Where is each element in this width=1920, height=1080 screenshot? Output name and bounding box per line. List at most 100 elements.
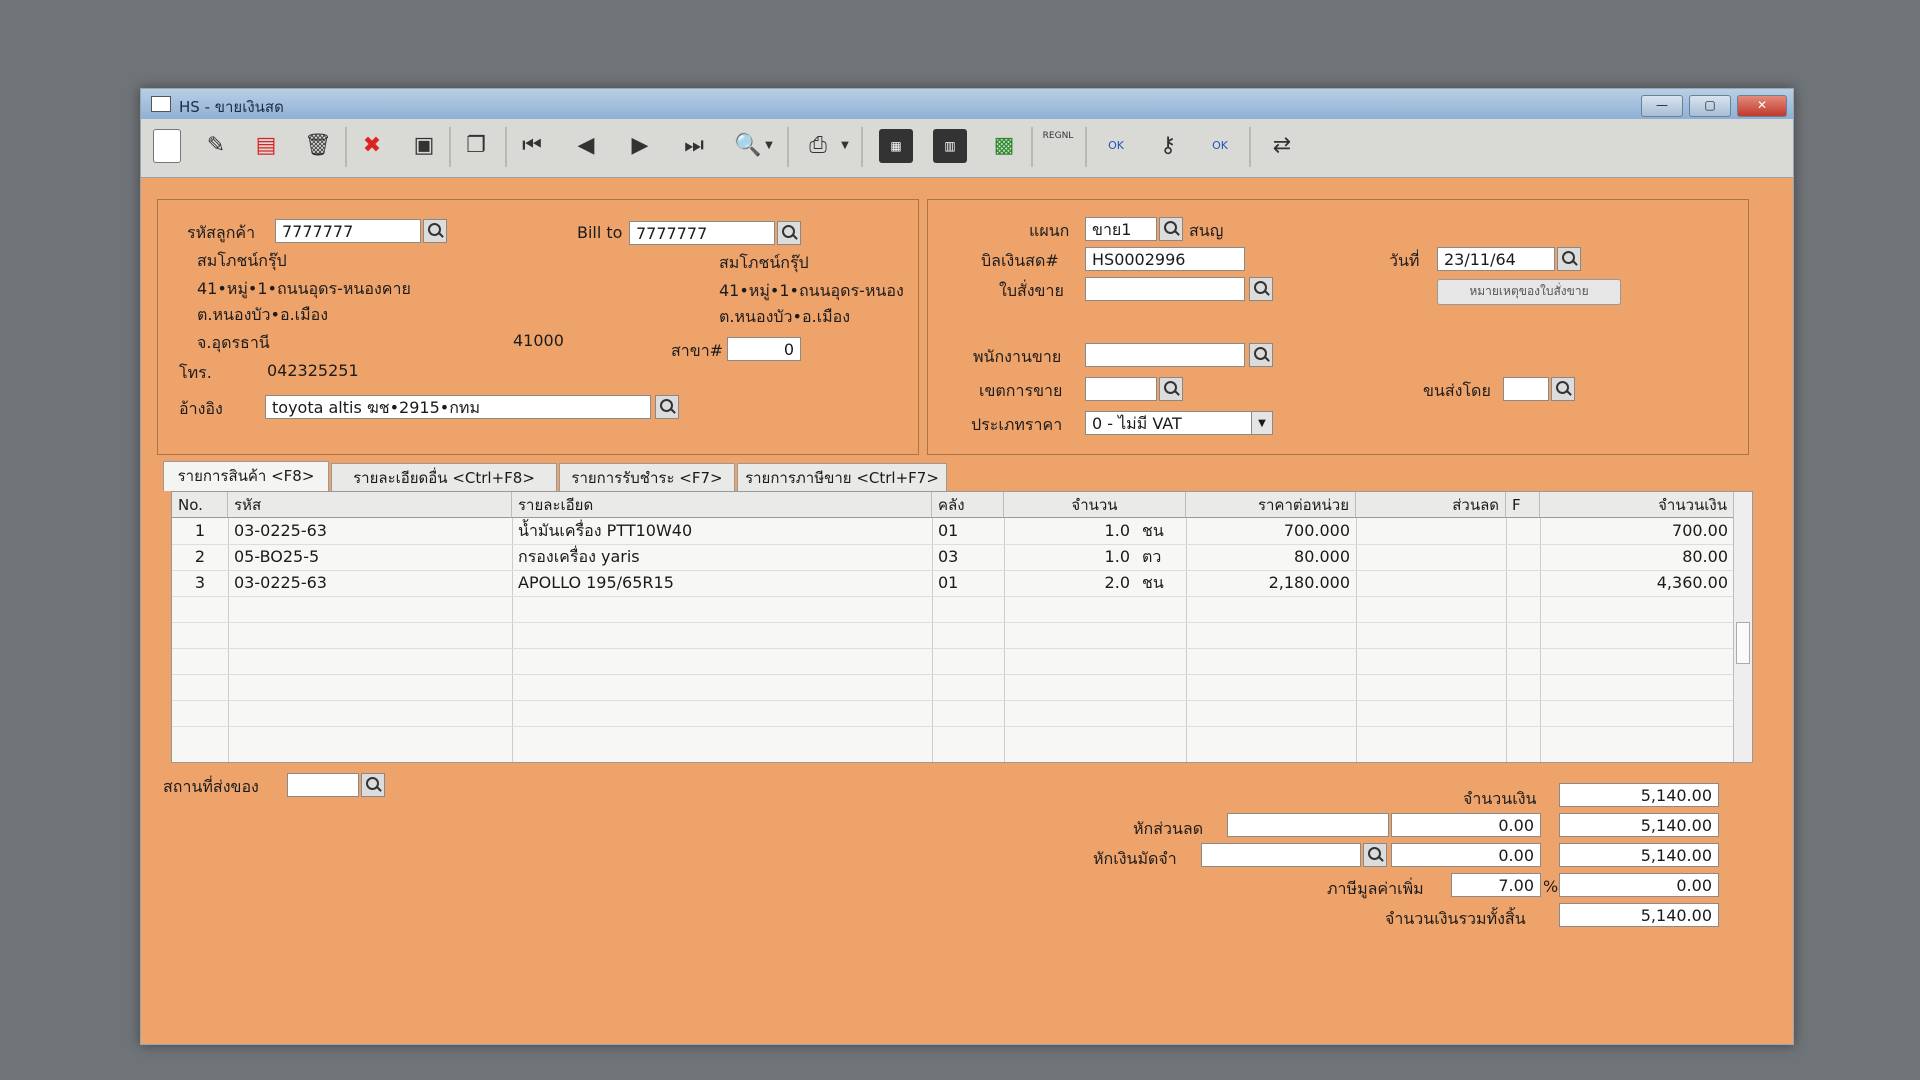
row-unit: ชน	[1142, 573, 1164, 592]
salesman-input[interactable]	[1085, 343, 1245, 367]
price-type-select[interactable]: 0 - ไม่มี VAT ▼	[1085, 411, 1273, 435]
vat-rate-input[interactable]: 7.00	[1451, 873, 1541, 897]
print-dropdown-icon[interactable]: ▼	[837, 129, 853, 163]
reference-input[interactable]: toyota altis ฆช•2915•กทม	[265, 395, 651, 419]
customer-search-icon[interactable]	[423, 219, 447, 243]
bill-to-search-icon[interactable]	[777, 221, 801, 245]
delivery-place-search-icon[interactable]	[361, 773, 385, 797]
void-icon[interactable]: ▤	[249, 129, 283, 163]
column-header-discount[interactable]: ส่วนลด	[1356, 492, 1506, 518]
column-header-warehouse[interactable]: คลัง	[932, 492, 1004, 518]
vat-label: ภาษีมูลค่าเพิ่ม	[1327, 879, 1424, 898]
column-header-flag[interactable]: F	[1506, 492, 1540, 518]
previous-record-icon[interactable]: ◀	[569, 129, 603, 163]
column-header-quantity[interactable]: จำนวน	[1004, 492, 1186, 518]
bill-to-input[interactable]: 7777777	[629, 221, 775, 245]
salesman-search-icon[interactable]	[1249, 343, 1273, 367]
tab-items[interactable]: รายการสินค้า <F8>	[163, 461, 329, 491]
row-warehouse: 01	[938, 573, 959, 592]
customer-code-input[interactable]: 7777777	[275, 219, 421, 243]
confirm-ok-icon[interactable]: OK	[1203, 129, 1237, 163]
sales-area-label: เขตการขาย	[979, 381, 1063, 400]
reference-search-icon[interactable]	[655, 395, 679, 419]
department-input[interactable]: ขาย1	[1085, 217, 1157, 241]
row-amount: 700.00	[1672, 521, 1728, 540]
row-divider	[172, 726, 1734, 727]
calculator-icon[interactable]: ▦	[879, 129, 913, 163]
delivery-place-input[interactable]	[287, 773, 359, 797]
after-discount-field[interactable]: 5,140.00	[1559, 813, 1719, 837]
close-button[interactable]: ✕	[1737, 95, 1787, 117]
title-bar[interactable]: HS - ขายเงินสด — ▢ ✕	[141, 89, 1793, 119]
row-quantity: 1.0	[1104, 547, 1130, 566]
department-search-icon[interactable]	[1159, 217, 1183, 241]
key-icon[interactable]: ⚷	[1151, 129, 1185, 163]
print-icon[interactable]: ⎙	[801, 129, 835, 163]
sales-area-input[interactable]	[1085, 377, 1157, 401]
shipping-input[interactable]	[1503, 377, 1549, 401]
shipping-search-icon[interactable]	[1551, 377, 1575, 401]
tab-payments[interactable]: รายการรับชำระ <F7>	[559, 463, 735, 491]
order-note-button[interactable]: หมายเหตุของใบสั่งขาย	[1437, 279, 1621, 305]
discount-input[interactable]	[1227, 813, 1389, 837]
column-header-unit-price[interactable]: ราคาต่อหน่วย	[1186, 492, 1356, 518]
deposit-value[interactable]: 0.00	[1391, 843, 1541, 867]
column-header-no[interactable]: No.	[172, 492, 228, 518]
sales-order-search-icon[interactable]	[1249, 277, 1273, 301]
toolbar-separator	[861, 127, 863, 167]
vertical-scrollbar[interactable]	[1733, 492, 1752, 762]
scrollbar-thumb[interactable]	[1736, 622, 1750, 664]
cancel-icon[interactable]: ✖	[355, 129, 389, 163]
sales-area-search-icon[interactable]	[1159, 377, 1183, 401]
discount-value[interactable]: 0.00	[1391, 813, 1541, 837]
tab-other-details[interactable]: รายละเอียดอื่น <Ctrl+F8>	[331, 463, 557, 491]
column-header-description[interactable]: รายละเอียด	[512, 492, 932, 518]
toolbar-separator	[787, 127, 789, 167]
chevron-down-icon[interactable]: ▼	[1251, 412, 1272, 434]
toolbar-separator	[345, 127, 347, 167]
last-record-icon[interactable]: ⏭	[677, 129, 711, 163]
next-record-icon[interactable]: ▶	[623, 129, 657, 163]
branch-input[interactable]: 0	[727, 337, 801, 361]
maximize-button[interactable]: ▢	[1689, 95, 1731, 117]
cash-sale-window: HS - ขายเงินสด — ▢ ✕ ✎ ▤ 🗑 ✖ ▣ ❐ ⏮ ◀ ▶ ⏭…	[140, 88, 1794, 1045]
date-input[interactable]: 23/11/64	[1437, 247, 1555, 271]
save-icon[interactable]: ▣	[407, 129, 441, 163]
row-divider	[172, 700, 1734, 701]
tab-sales-tax[interactable]: รายการภาษีขาย <Ctrl+F7>	[737, 463, 947, 491]
transfer-icon[interactable]: ⇄	[1265, 129, 1299, 163]
trash-icon[interactable]: 🗑	[301, 129, 335, 163]
window-title: HS - ขายเงินสด	[179, 98, 284, 116]
row-description: กรองเครื่อง yaris	[518, 547, 640, 566]
vat-amount-field[interactable]: 0.00	[1559, 873, 1719, 897]
row-no: 2	[194, 547, 206, 566]
edit-icon[interactable]: ✎	[199, 129, 233, 163]
date-picker-icon[interactable]	[1557, 247, 1581, 271]
column-header-amount[interactable]: จำนวนเงิน	[1540, 492, 1734, 518]
balance-icon[interactable]: ▩	[987, 129, 1021, 163]
deposit-input[interactable]	[1201, 843, 1361, 867]
approve-ok-icon[interactable]: OK	[1099, 129, 1133, 163]
row-discount	[1356, 544, 1506, 570]
find-dropdown-icon[interactable]: ▼	[761, 129, 777, 163]
column-header-code[interactable]: รหัส	[228, 492, 512, 518]
grand-total-field[interactable]: 5,140.00	[1559, 903, 1719, 927]
register-icon[interactable]: ▥	[933, 129, 967, 163]
cash-bill-input[interactable]: HS0002996	[1085, 247, 1245, 271]
copy-icon[interactable]: ❐	[459, 129, 493, 163]
amount-field[interactable]: 5,140.00	[1559, 783, 1719, 807]
branch-label: สาขา#	[671, 341, 724, 360]
first-record-icon[interactable]: ⏮	[515, 129, 549, 163]
after-deposit-field[interactable]: 5,140.00	[1559, 843, 1719, 867]
customer-address-line1: 41•หมู่•1•ถนนอุดร-หนองคาย	[197, 279, 411, 298]
department-name: สนญ	[1189, 221, 1224, 240]
new-document-icon[interactable]	[153, 129, 181, 163]
deposit-search-icon[interactable]	[1363, 843, 1387, 867]
items-table[interactable]: No. รหัส รายละเอียด คลัง จำนวน ราคาต่อหน…	[171, 491, 1753, 763]
sales-order-input[interactable]	[1085, 277, 1245, 301]
find-icon[interactable]: 🔍	[731, 129, 765, 163]
bill-to-address-line2: ต.หนองบัว•อ.เมือง	[719, 307, 851, 326]
minimize-button[interactable]: —	[1641, 95, 1683, 117]
report-icon[interactable]: REGNL	[1041, 129, 1075, 163]
row-description: APOLLO 195/65R15	[518, 573, 674, 592]
